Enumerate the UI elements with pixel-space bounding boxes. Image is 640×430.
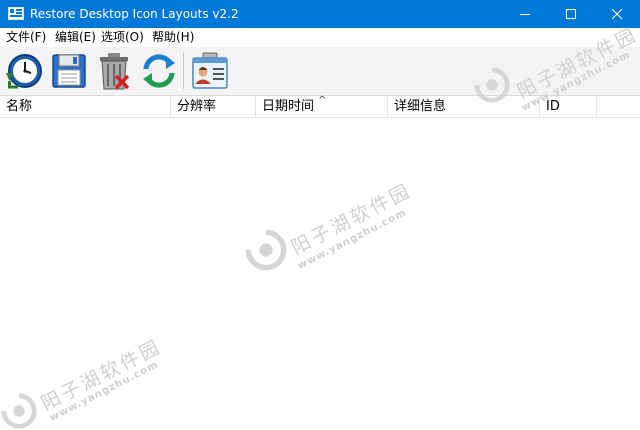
delete-layout-button[interactable] — [94, 51, 134, 91]
column-header-details[interactable]: 详细信息 — [388, 96, 540, 117]
menu-bar: 文件(F) 编辑(E) 选项(O) 帮助(H) — [0, 28, 640, 47]
save-layout-button[interactable] — [49, 51, 89, 91]
trash-delete-icon — [100, 53, 130, 90]
minimize-button[interactable] — [502, 0, 548, 28]
maximize-button[interactable] — [548, 0, 594, 28]
restore-layout-button[interactable] — [4, 51, 44, 91]
floppy-disk-icon — [52, 54, 86, 88]
refresh-icon — [143, 54, 175, 88]
refresh-button[interactable] — [139, 51, 179, 91]
properties-button[interactable] — [190, 51, 230, 91]
close-icon — [612, 9, 622, 19]
id-card-icon — [192, 52, 228, 89]
app-icon — [8, 6, 24, 22]
watermark-logo-icon — [474, 67, 510, 103]
watermark-logo-icon — [1, 393, 37, 429]
menu-help[interactable]: 帮助(H) — [152, 30, 194, 45]
close-button[interactable] — [594, 0, 640, 28]
toolbar-separator — [183, 53, 184, 89]
title-bar[interactable]: Restore Desktop Icon Layouts v2.2 — [0, 0, 640, 28]
column-header-resolution[interactable]: 分辨率 — [171, 96, 256, 117]
minimize-icon — [520, 14, 530, 15]
menu-edit[interactable]: 编辑(E) — [55, 30, 96, 45]
menu-options[interactable]: 选项(O) — [101, 30, 144, 45]
sort-ascending-icon: ^ — [318, 95, 327, 106]
window-title: Restore Desktop Icon Layouts v2.2 — [30, 7, 239, 21]
clock-icon — [6, 54, 42, 89]
menu-file[interactable]: 文件(F) — [6, 30, 46, 45]
watermark-logo-icon — [245, 229, 287, 271]
column-header-name[interactable]: 名称 — [0, 96, 171, 117]
maximize-icon — [566, 9, 576, 19]
